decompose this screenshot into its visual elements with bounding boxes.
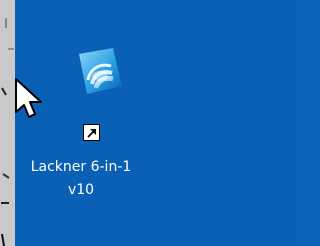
shortcut-arrow-icon xyxy=(83,124,100,141)
desktop: Lackner 6-in-1 v10 xyxy=(15,0,298,246)
desktop-icon-label: Lackner 6-in-1 v10 xyxy=(30,159,132,198)
lackner-app-icon xyxy=(79,48,122,94)
window-edge-marks xyxy=(1,18,14,246)
mouse-pointer-icon xyxy=(15,78,42,118)
